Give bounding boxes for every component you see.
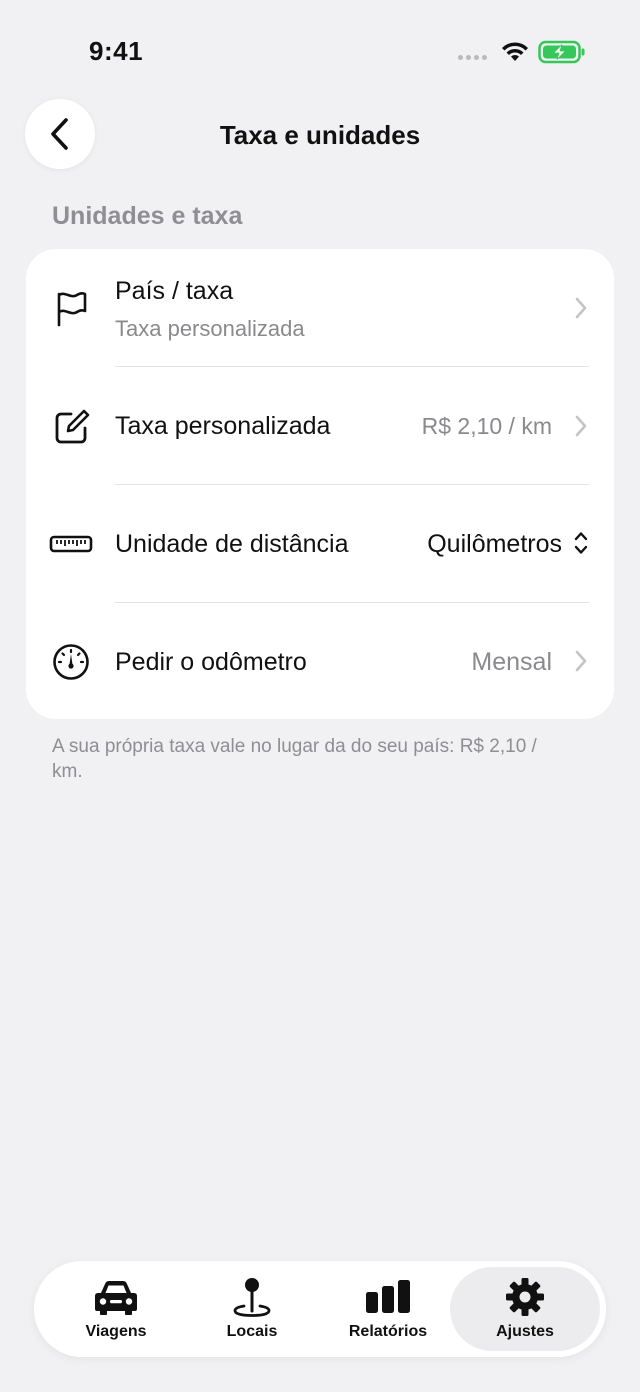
tab-viagens[interactable]: Viagens: [46, 1267, 186, 1351]
country-rate-row[interactable]: País / taxa Taxa personalizada: [26, 249, 614, 366]
settings-card: País / taxa Taxa personalizada Taxa pers…: [26, 249, 614, 719]
chevron-right-icon: [575, 415, 587, 437]
chevron-right-icon: [575, 650, 587, 672]
tab-label: Ajustes: [496, 1323, 554, 1340]
tab-label: Locais: [226, 1323, 278, 1340]
gauge-icon: [48, 639, 94, 685]
page-title: Taxa e unidades: [219, 120, 421, 150]
flag-icon: [48, 285, 94, 331]
tab-relatorios[interactable]: Relatórios: [318, 1267, 458, 1351]
cellular-signal-icon: [458, 55, 487, 60]
bar-chart-icon: [364, 1277, 412, 1317]
map-pin-icon: [232, 1277, 272, 1317]
ruler-icon: [46, 521, 96, 567]
tab-bar: Viagens Locais Relatórios Ajustes: [34, 1261, 606, 1357]
status-time: 9:41: [89, 36, 144, 66]
distance-unit-label: Unidade de distância: [115, 530, 349, 558]
tab-ajustes[interactable]: Ajustes: [450, 1267, 600, 1351]
wifi-icon: [502, 42, 528, 61]
footnote: A sua própria taxa vale no lugar da do s…: [52, 736, 537, 782]
car-icon: [93, 1277, 139, 1317]
section-header: Unidades e taxa: [52, 202, 243, 230]
gear-icon: [505, 1277, 545, 1317]
custom-rate-value: R$ 2,10 / km: [421, 413, 552, 439]
edit-square-icon: [48, 403, 94, 449]
custom-rate-row[interactable]: Taxa personalizada R$ 2,10 / km: [26, 367, 614, 484]
odometer-prompt-value: Mensal: [471, 648, 552, 676]
battery-charging-icon: [538, 40, 585, 64]
chevron-right-icon: [575, 297, 587, 319]
odometer-prompt-row[interactable]: Pedir o odômetro Mensal: [26, 603, 614, 719]
tab-label: Viagens: [85, 1323, 147, 1340]
country-rate-label: País / taxa: [115, 277, 234, 305]
tab-label: Relatórios: [348, 1323, 428, 1340]
tab-locais[interactable]: Locais: [182, 1267, 322, 1351]
distance-unit-value: Quilômetros: [427, 530, 562, 558]
status-bar: 9:41: [0, 0, 640, 100]
custom-rate-label: Taxa personalizada: [115, 412, 331, 440]
country-rate-sublabel: Taxa personalizada: [115, 316, 305, 341]
odometer-prompt-label: Pedir o odômetro: [115, 648, 307, 676]
chevron-up-down-icon: [574, 532, 588, 554]
distance-unit-row[interactable]: Unidade de distância Quilômetros: [26, 485, 614, 602]
